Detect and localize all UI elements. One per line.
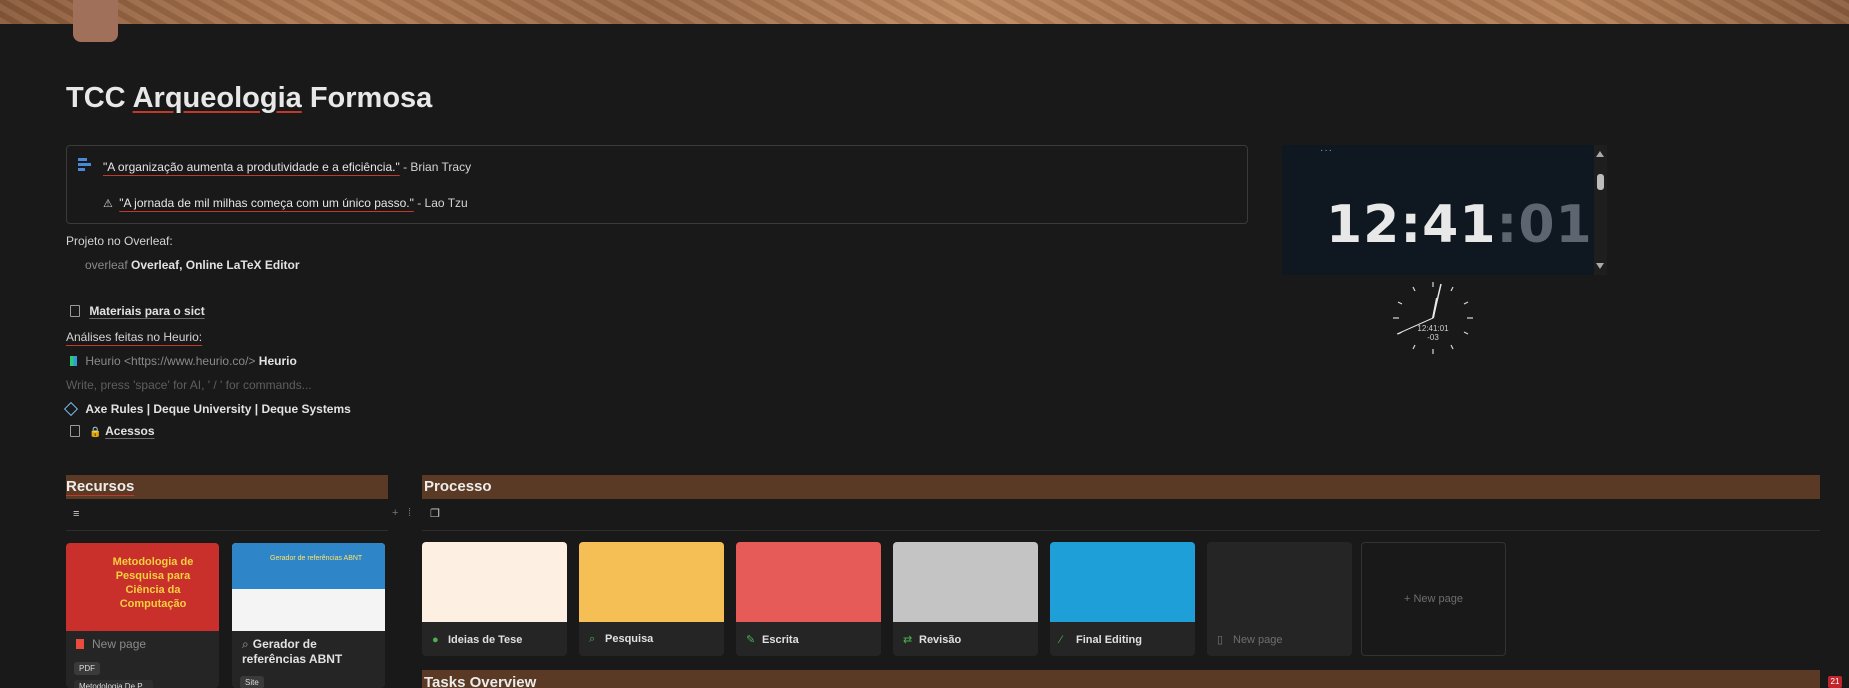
- title-word-1: TCC: [66, 82, 126, 114]
- block-placeholder[interactable]: Write, press 'space' for AI, ' / ' for c…: [66, 378, 312, 392]
- card-cover: [579, 542, 724, 622]
- tasks-heading[interactable]: Tasks Overview: [424, 674, 536, 688]
- process-card-1[interactable]: ● Ideias de Tese: [422, 542, 567, 656]
- scroll-thumb[interactable]: [1597, 174, 1604, 190]
- quote-1: "A organização aumenta a produtividade e…: [103, 160, 471, 174]
- hour-minute: 12:41: [1326, 195, 1497, 255]
- book-cover-text: Metodologia de Pesquisa para Ciência da …: [112, 556, 194, 610]
- recurso-card-1[interactable]: Metodologia de Pesquisa para Ciência da …: [66, 543, 219, 688]
- heurio-bookmark[interactable]: Heurio <https://www.heurio.co/> Heurio: [70, 354, 297, 368]
- process-card-6[interactable]: ▯ New page: [1207, 542, 1352, 656]
- axe-link[interactable]: Axe Rules | Deque University | Deque Sys…: [85, 402, 350, 416]
- quote-1-text: "A organização aumenta a produtividade e…: [103, 160, 400, 174]
- quote-2-text: "A jornada de mil milhas começa com um ú…: [119, 196, 414, 210]
- tasks-heading-bar: Tasks Overview: [422, 670, 1820, 688]
- notification-badge: 21: [1828, 676, 1842, 688]
- abnt-cover-text: Gerador de referências ABNT: [270, 555, 363, 562]
- magnifier-icon: ⌕: [242, 637, 249, 651]
- recurso-card-1-title: New page: [76, 637, 146, 651]
- overleaf-link[interactable]: Overleaf, Online LaTeX Editor: [131, 258, 300, 272]
- card-label: ⌕ Pesquisa: [589, 633, 654, 645]
- acessos-label: Acessos: [105, 424, 155, 438]
- axe-bookmark[interactable]: Axe Rules | Deque University | Deque Sys…: [63, 401, 351, 417]
- card-cover: [736, 542, 881, 622]
- book-cover-image: Metodologia de Pesquisa para Ciência da …: [66, 543, 219, 631]
- acessos-page-link[interactable]: 🔒 Acessos: [70, 424, 155, 438]
- analog-clock-widget: 12:41:01 -03: [1383, 278, 1483, 358]
- page-title[interactable]: TCC Arqueologia Formosa: [66, 82, 432, 115]
- heurio-icon: [70, 356, 77, 366]
- type-tag: PDF: [74, 662, 100, 675]
- abnt-cover-image: Gerador de referências ABNT: [232, 543, 385, 631]
- digital-time: 12:41:01: [1326, 195, 1593, 255]
- page-cover-image[interactable]: [0, 0, 1849, 24]
- page-icon: [70, 305, 80, 317]
- sub-tag: Metodologia De P...: [74, 680, 154, 688]
- recursos-heading-bar: Recursos: [66, 475, 388, 499]
- axe-icon: [63, 401, 79, 417]
- edit-icon: ✎: [746, 634, 756, 646]
- warning-icon: ⚠: [103, 198, 113, 210]
- card-label: ⁄ Final Editing: [1060, 634, 1142, 646]
- quote-1-author: - Brian Tracy: [403, 160, 472, 174]
- card-cover: [422, 542, 567, 622]
- quotes-callout[interactable]: "A organização aumenta a produtividade e…: [66, 145, 1248, 224]
- new-page-label: + New page: [1403, 593, 1463, 605]
- list-icon: [78, 158, 91, 172]
- processo-heading[interactable]: Processo: [424, 478, 492, 495]
- digital-clock-widget[interactable]: ··· 12:41:01: [1282, 145, 1607, 275]
- title-word-2: Arqueologia: [132, 82, 302, 114]
- database-icon[interactable]: ≡: [73, 508, 79, 520]
- page-icon[interactable]: [73, 0, 118, 42]
- overleaf-bookmark[interactable]: overleaf Overleaf, Online LaTeX Editor: [85, 258, 300, 272]
- process-card-5[interactable]: ⁄ Final Editing: [1050, 542, 1195, 656]
- card-label: ⇄ Revisão: [903, 634, 962, 646]
- recursos-divider: [66, 530, 388, 531]
- process-card-3[interactable]: ✎ Escrita: [736, 542, 881, 656]
- lightbulb-icon: ●: [432, 634, 439, 646]
- lock-icon: 🔒: [89, 427, 102, 438]
- new-page-card[interactable]: + New page: [1361, 542, 1506, 656]
- analog-clock-face: [1393, 282, 1473, 354]
- page-icon: ▯: [1217, 634, 1224, 646]
- seconds: :01: [1496, 195, 1593, 255]
- scroll-up-icon[interactable]: [1596, 151, 1604, 157]
- widget-scrollbar[interactable]: [1594, 145, 1607, 275]
- card-label: ✎ Escrita: [746, 634, 799, 646]
- card-cover: [1050, 542, 1195, 622]
- overleaf-label: Projeto no Overleaf:: [66, 234, 173, 248]
- processo-divider: [422, 530, 1820, 531]
- materiais-label: Materiais para o sict: [89, 304, 205, 318]
- card-label: ● Ideias de Tese: [432, 634, 523, 646]
- drag-handle-icon[interactable]: ⁞: [408, 507, 411, 519]
- quote-2-author: - Lao Tzu: [417, 196, 468, 210]
- process-card-4[interactable]: ⇄ Revisão: [893, 542, 1038, 656]
- processo-heading-bar: Processo: [422, 475, 1820, 499]
- recurso-card-2[interactable]: Gerador de referências ABNT ⌕ Gerador de …: [232, 543, 385, 688]
- overleaf-logo-text: overleaf: [85, 258, 128, 272]
- card-cover: [893, 542, 1038, 622]
- type-tag: Site: [240, 676, 264, 688]
- more-icon[interactable]: ···: [1320, 145, 1333, 156]
- pen-icon: ⁄: [1060, 634, 1062, 646]
- analises-label: Análises feitas no Heurio:: [66, 330, 203, 344]
- gallery-icon[interactable]: ❐: [430, 507, 440, 520]
- swap-icon: ⇄: [903, 634, 913, 646]
- recursos-heading[interactable]: Recursos: [66, 478, 134, 495]
- analog-time-label: 12:41:01 -03: [1417, 324, 1449, 342]
- search-icon: ⌕: [589, 633, 596, 645]
- heurio-link[interactable]: Heurio: [259, 354, 297, 368]
- process-card-2[interactable]: ⌕ Pesquisa: [579, 542, 724, 656]
- scroll-down-icon[interactable]: [1596, 263, 1604, 269]
- materiais-page-link[interactable]: Materiais para o sict: [70, 304, 205, 318]
- recurso-card-2-title: ⌕ Gerador de referências ABNT: [242, 637, 343, 666]
- title-word-3: Formosa: [309, 82, 433, 114]
- quote-2: ⚠ "A jornada de mil milhas começa com um…: [103, 196, 468, 210]
- page-icon: [70, 425, 80, 437]
- card-label: ▯ New page: [1217, 634, 1283, 646]
- add-icon[interactable]: +: [392, 507, 398, 519]
- card-cover: [1207, 542, 1352, 622]
- pdf-icon: [76, 639, 84, 649]
- heurio-url: Heurio <https://www.heurio.co/>: [85, 354, 256, 368]
